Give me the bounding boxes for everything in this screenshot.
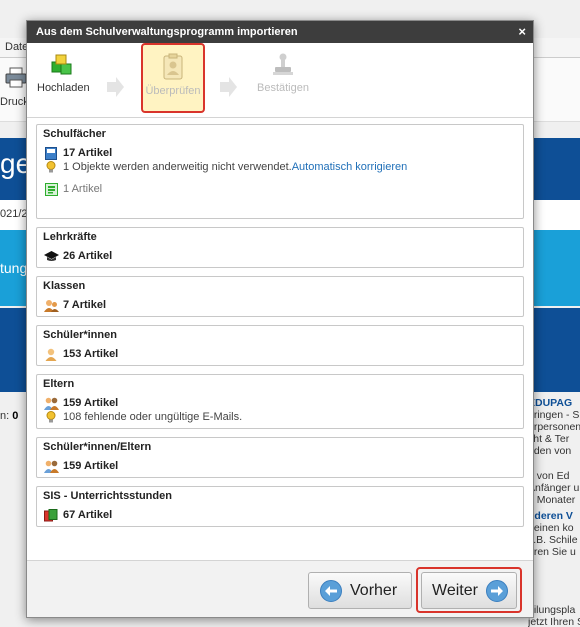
parents-icon — [43, 460, 59, 473]
list-item: 1 Artikel — [43, 182, 517, 196]
list-item: 159 Artikel — [43, 459, 517, 473]
step-arrow-icon — [107, 77, 124, 97]
arrow-left-icon — [320, 579, 342, 602]
news-heading-2[interactable]: nderen V — [528, 510, 580, 522]
step-review[interactable]: Überprüfen — [141, 43, 205, 113]
dialog-titlebar[interactable]: Aus dem Schulverwaltungsprogramm importi… — [27, 21, 533, 43]
next-button-label: Weiter — [432, 581, 478, 599]
section-title: Lehrkräfte — [43, 231, 97, 243]
green-box-icon — [43, 182, 59, 196]
list-item: 1 Objekte werden anderweitig nicht verwe… — [43, 160, 517, 174]
section-subjects: Schulfächer 17 Artikel 1 Objekte werden … — [36, 124, 524, 219]
list-item: 67 Artikel — [43, 508, 517, 522]
step-arrow-icon — [220, 77, 237, 97]
next-button[interactable]: Weiter — [421, 572, 517, 609]
green-boxes-icon — [51, 54, 72, 75]
printer-icon[interactable] — [5, 66, 27, 88]
news-bottom: eilungspla jetzt Ihren Stoffverteilungsp… — [528, 604, 580, 627]
section-students-parents: Schüler*innen/Eltern 159 Artikel — [36, 437, 524, 478]
student-icon — [43, 348, 59, 361]
section-title: Schüler*innen — [43, 329, 117, 341]
wizard-steps: Hochladen Überprüfen Bestätigen — [27, 43, 533, 117]
summary-list: Schulfächer 17 Artikel 1 Objekte werden … — [27, 117, 533, 561]
parents-icon — [43, 397, 59, 410]
section-teachers: Lehrkräfte 26 Artikel — [36, 227, 524, 268]
print-label[interactable]: Druck — [0, 96, 29, 108]
section-title: Schulfächer — [43, 128, 106, 140]
close-icon[interactable]: × — [518, 24, 526, 39]
previous-button[interactable]: Vorher — [308, 572, 412, 609]
section-title: Klassen — [43, 280, 86, 292]
step-upload[interactable]: Hochladen — [37, 52, 90, 94]
list-item: 159 Artikel — [43, 396, 517, 410]
section-parents: Eltern 159 Artikel 108 fehlende oder ung… — [36, 374, 524, 429]
graduation-cap-icon — [43, 250, 59, 262]
section-students: Schüler*innen 153 Artikel — [36, 325, 524, 366]
list-item: 108 fehlende oder ungültige E-Mails. — [43, 410, 517, 424]
news-heading[interactable]: EDUPAG — [528, 397, 580, 409]
lightbulb-icon — [43, 160, 59, 174]
arrow-right-icon — [485, 579, 508, 602]
section-title: Schüler*innen/Eltern — [43, 441, 152, 453]
section-title: SIS - Unterrichtsstunden — [43, 490, 172, 502]
section-lessons: SIS - Unterrichtsstunden 67 Artikel — [36, 486, 524, 527]
lessons-icon — [43, 508, 59, 522]
auto-fix-link[interactable]: Automatisch korrigieren — [292, 160, 408, 174]
section-title: Eltern — [43, 378, 75, 390]
import-dialog: Aus dem Schulverwaltungsprogramm importi… — [26, 20, 534, 618]
section-classes: Klassen 7 Artikel — [36, 276, 524, 317]
step-review-label: Überprüfen — [145, 85, 201, 97]
previous-button-label: Vorher — [350, 581, 398, 599]
news-column: EDUPAG üringen - S erpersonen cht & Ter … — [528, 397, 580, 558]
list-item: 26 Artikel — [43, 249, 517, 263]
info-band-text: tung — [0, 260, 28, 276]
list-item: 7 Artikel — [43, 298, 517, 312]
step-confirm[interactable]: Bestätigen — [255, 52, 311, 94]
left-counter: n: 0 — [0, 410, 19, 422]
class-group-icon — [43, 299, 59, 312]
lightbulb-icon — [43, 410, 59, 424]
list-item: 17 Artikel — [43, 146, 517, 160]
dialog-footer: Vorher Weiter — [27, 561, 533, 617]
next-button-highlight: Weiter — [416, 567, 522, 613]
list-item: 153 Artikel — [43, 347, 517, 361]
menu-item-file[interactable]: Date — [5, 41, 28, 53]
dialog-title: Aus dem Schulverwaltungsprogramm importi… — [36, 26, 298, 38]
step-upload-label: Hochladen — [37, 82, 90, 94]
subject-icon — [43, 146, 59, 160]
stamp-icon — [273, 53, 293, 75]
step-confirm-label: Bestätigen — [257, 82, 309, 94]
clipboard-person-icon — [163, 53, 183, 80]
